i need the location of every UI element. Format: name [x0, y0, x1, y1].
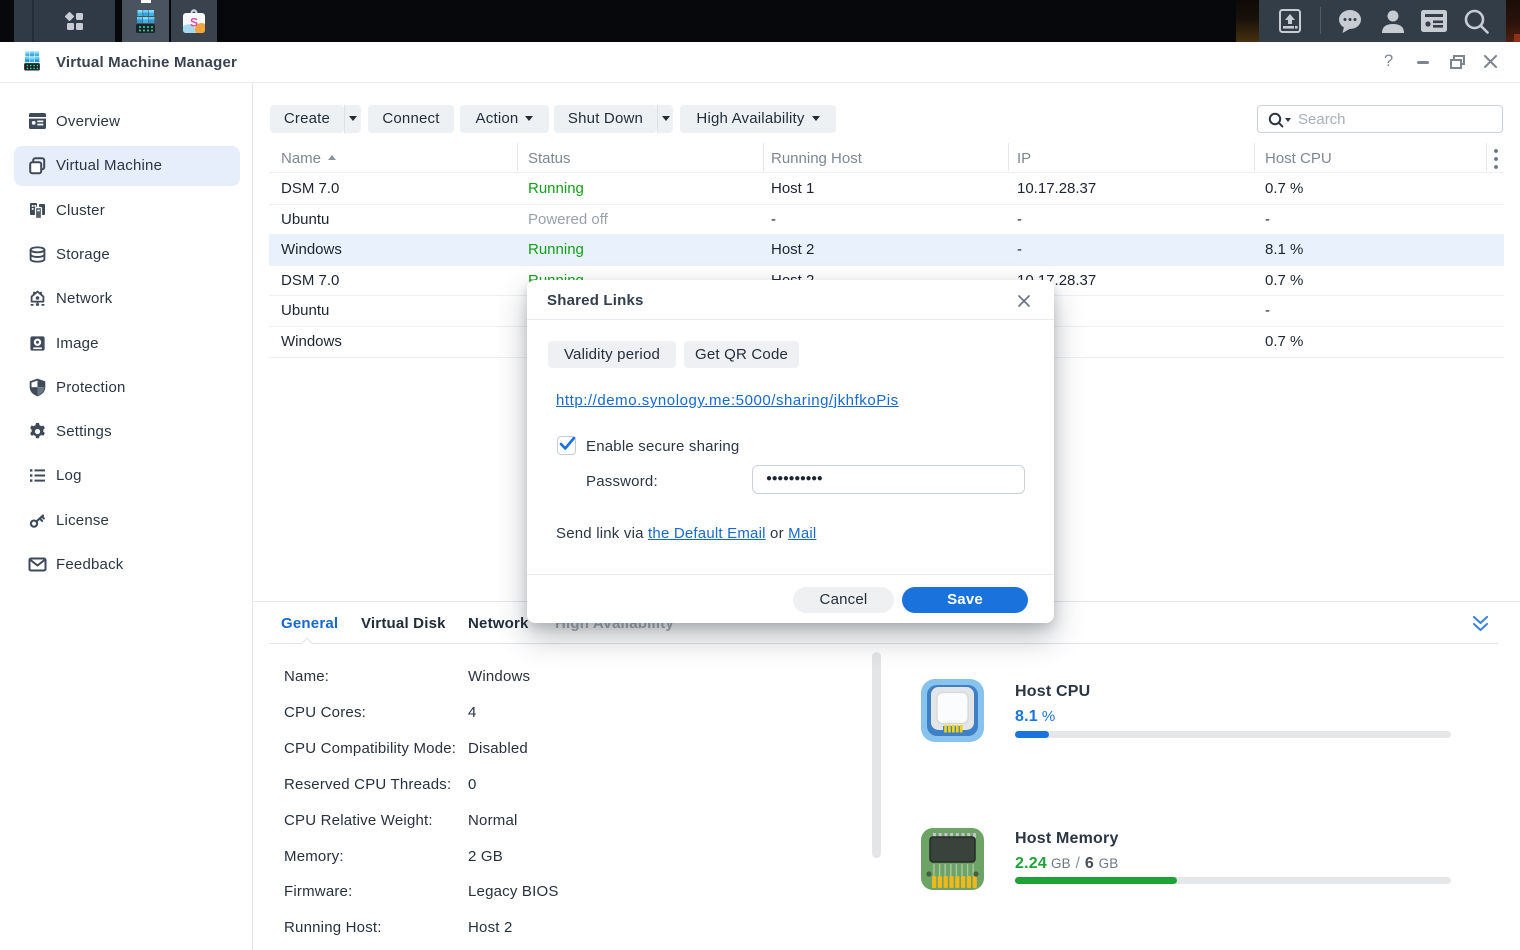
svg-text:S: S: [190, 16, 198, 30]
